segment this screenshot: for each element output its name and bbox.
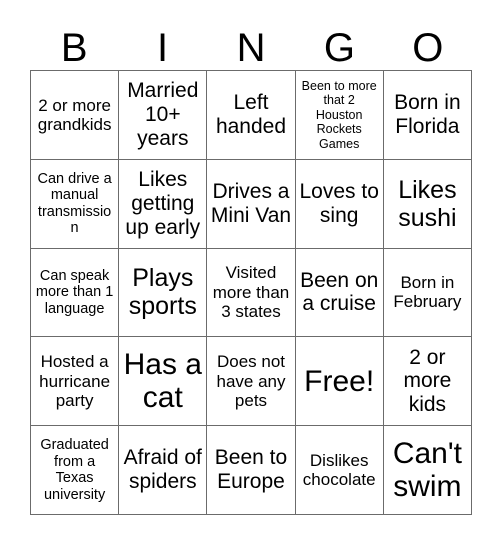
bingo-cell[interactable]: 2 or more grandkids — [31, 71, 120, 160]
bingo-cell[interactable]: Can speak more than 1 language — [31, 248, 120, 338]
bingo-cell-text: 2 or more kids — [403, 345, 452, 417]
bingo-cell-text: Left handed — [215, 91, 287, 138]
bingo-header-letter-o: O — [412, 26, 444, 70]
bingo-cell-text: Dislikes chocolate — [302, 450, 376, 490]
bingo-cell-text: Loves to sing — [299, 179, 379, 227]
bingo-cell[interactable]: Been on a cruise — [295, 248, 384, 338]
bingo-cell[interactable]: Dislikes chocolate — [295, 426, 384, 515]
bingo-cell-text: Afraid of spiders — [123, 446, 202, 494]
bingo-grid: 2 or more grandkids Married 10+ years Left… — [30, 70, 472, 515]
bingo-header-letter-b: B — [60, 26, 88, 70]
bingo-cell-text: Been to Europe — [214, 446, 288, 494]
bingo-cell-text: Likes getting up early — [125, 168, 201, 239]
bingo-cell-text: Been on a cruise — [300, 268, 379, 316]
bingo-cell[interactable]: Graduated from a Texas university — [31, 426, 120, 515]
bingo-cell[interactable]: Afraid of spiders — [119, 426, 208, 515]
bingo-cell[interactable]: Likes sushi — [383, 159, 472, 249]
bingo-cell-text: Plays sports — [128, 264, 197, 321]
bingo-cell-text: Born in Florida — [394, 91, 461, 138]
bingo-cell[interactable]: 2 or more kids — [383, 337, 472, 427]
bingo-cell-text: Drives a Mini Van — [210, 179, 292, 227]
bingo-cell[interactable]: Married 10+ years — [119, 71, 208, 160]
bingo-cell-text: Been to more that 2 Houston Rockets Game… — [301, 78, 377, 151]
bingo-header-letter-i: I — [157, 26, 169, 70]
bingo-header-letter-n: N — [236, 26, 266, 70]
bingo-cell[interactable]: Left handed — [207, 71, 296, 160]
bingo-cell[interactable]: Likes getting up early — [119, 159, 208, 249]
bingo-cell[interactable]: Can't swim — [383, 426, 472, 515]
bingo-header-letter-g: G — [323, 26, 355, 70]
bingo-cell[interactable]: Visited more than 3 states — [207, 248, 296, 338]
bingo-cell-text: 2 or more grandkids — [37, 95, 112, 134]
bingo-cell[interactable]: Drives a Mini Van — [207, 159, 296, 249]
bingo-header-row: B I N G O — [30, 14, 472, 70]
bingo-cell-text: Hosted a hurricane party — [39, 352, 111, 410]
bingo-cell-text: Can drive a manual transmission — [37, 170, 112, 237]
bingo-card: B I N G O 2 or more grandkids Married 10+… — [0, 0, 500, 544]
bingo-cell[interactable]: Does not have any pets — [207, 337, 296, 427]
bingo-cell-text: Can speak more than 1 language — [35, 267, 114, 317]
bingo-cell[interactable]: Hosted a hurricane party — [31, 337, 120, 427]
bingo-cell-text: Has a cat — [123, 348, 202, 415]
bingo-cell[interactable]: Been to more that 2 Houston Rockets Game… — [295, 71, 384, 160]
bingo-cell-text: Can't swim — [392, 437, 462, 504]
bingo-cell-text: Graduated from a Texas university — [40, 437, 109, 503]
bingo-cell[interactable]: Been to Europe — [207, 426, 296, 515]
bingo-cell-text: Free! — [304, 364, 375, 398]
bingo-cell-free-space[interactable]: Free! — [295, 337, 384, 427]
bingo-cell[interactable]: Can drive a manual transmission — [31, 159, 120, 249]
bingo-cell[interactable]: Born in Florida — [383, 71, 472, 160]
bingo-cell-text: Born in February — [393, 273, 462, 312]
bingo-cell-text: Visited more than 3 states — [212, 263, 290, 322]
bingo-cell-text: Does not have any pets — [216, 352, 286, 410]
bingo-cell-text: Married 10+ years — [127, 79, 199, 150]
bingo-cell-text: Likes sushi — [398, 175, 457, 232]
bingo-cell[interactable]: Born in February — [383, 248, 472, 338]
bingo-cell[interactable]: Plays sports — [119, 248, 208, 338]
bingo-cell[interactable]: Loves to sing — [295, 159, 384, 249]
bingo-cell[interactable]: Has a cat — [119, 337, 208, 427]
